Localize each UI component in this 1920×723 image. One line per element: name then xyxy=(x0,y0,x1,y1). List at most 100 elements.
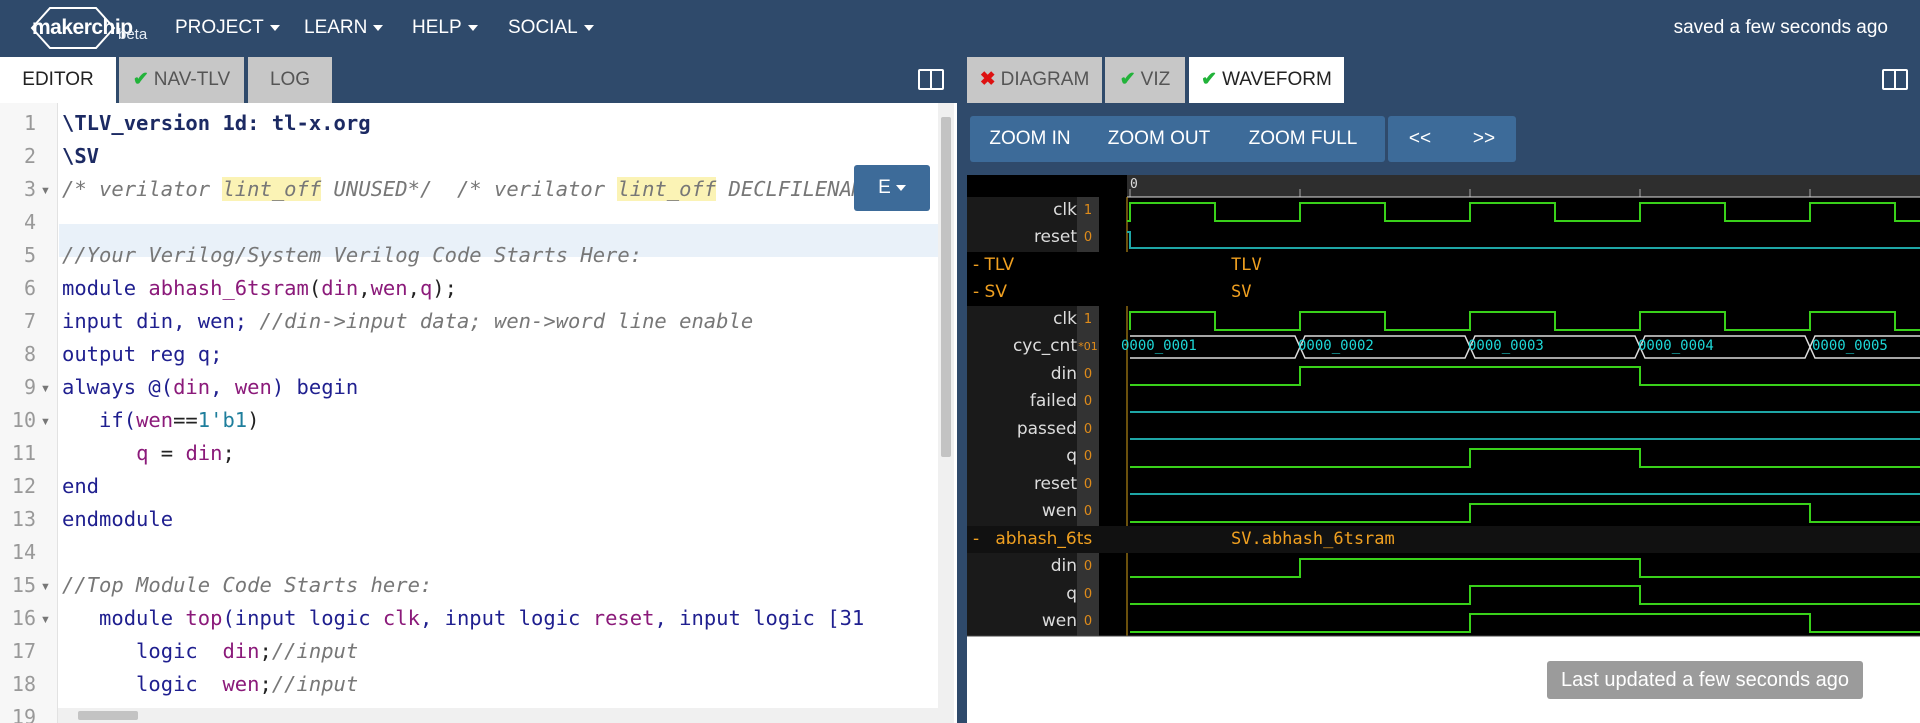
code-token: din, wen; xyxy=(136,309,260,333)
collapse-icon: - xyxy=(973,255,985,275)
line-number: 13 xyxy=(11,507,36,531)
code-line-17: logic din;//input xyxy=(62,639,358,663)
code-line-1: \TLV_version 1d: tl-x.org xyxy=(62,111,371,135)
code-token: lint_off xyxy=(222,177,322,201)
menu-learn-label: LEARN xyxy=(304,17,368,38)
tab-viz[interactable]: ✔ VIZ xyxy=(1105,57,1185,103)
code-token: wen xyxy=(222,672,260,696)
signal-name[interactable]: q xyxy=(967,581,1077,608)
code-line-11: q = din; xyxy=(62,441,235,465)
split-view-icon[interactable] xyxy=(918,69,944,90)
editor-options-button[interactable]: E xyxy=(854,165,930,211)
split-view-icon[interactable] xyxy=(1882,69,1908,90)
fold-caret-icon[interactable]: ▼ xyxy=(40,185,51,197)
tab-nav-tlv[interactable]: ✔ NAV-TLV xyxy=(119,57,244,103)
group-toggle-sv[interactable]: - SV xyxy=(973,279,1007,306)
code-token: ) begin xyxy=(271,375,359,399)
menu-help-label: HELP xyxy=(412,17,462,38)
code-token: top xyxy=(185,606,223,630)
code-token: wen xyxy=(234,375,272,399)
code-token: //Your Verilog/System Verilog Code Start… xyxy=(62,243,643,267)
group-toggle-tlv[interactable]: - TLV xyxy=(973,252,1014,279)
check-icon: ✔ xyxy=(132,69,149,90)
editor-horizontal-scrollbar[interactable] xyxy=(58,708,938,723)
waveform-viewer[interactable]: 0 clk 1 reset 0 - TLV TLV - SV SV clk 1 … xyxy=(967,175,1920,699)
signal-name[interactable]: failed xyxy=(967,388,1077,415)
tab-viz-label: VIZ xyxy=(1140,69,1171,90)
zoom-out-button[interactable]: ZOOM OUT xyxy=(1094,116,1224,162)
tab-diagram[interactable]: ✖ DIAGRAM xyxy=(967,57,1102,103)
signal-name[interactable]: cyc_cnt xyxy=(967,333,1077,360)
fold-caret-icon[interactable]: ▼ xyxy=(40,614,51,626)
code-token: \SV xyxy=(62,144,100,168)
code-token: logic xyxy=(62,639,223,663)
code-token: clk xyxy=(382,606,420,630)
line-number: 12 xyxy=(11,474,36,498)
line-number: 6 xyxy=(23,276,36,300)
scroll-thumb[interactable] xyxy=(941,117,951,457)
menu-help[interactable]: HELP xyxy=(412,0,478,55)
pane-resize-handle[interactable] xyxy=(957,55,967,723)
menu-project-label: PROJECT xyxy=(175,17,264,38)
scroll-right-button[interactable]: >> xyxy=(1452,116,1516,162)
signal-value: 0 xyxy=(1083,367,1093,382)
signal-name[interactable]: clk xyxy=(967,306,1077,333)
code-token: == xyxy=(173,408,198,432)
signal-name[interactable]: wen xyxy=(967,498,1077,525)
bus-value: 0000_0005 xyxy=(1812,338,1888,354)
signal-name[interactable]: q xyxy=(967,443,1077,470)
signal-name[interactable]: din xyxy=(967,361,1077,388)
zoom-in-button[interactable]: ZOOM IN xyxy=(970,116,1090,162)
code-token: module xyxy=(62,276,149,300)
code-token: q; xyxy=(197,342,223,366)
code-token: input xyxy=(62,309,137,333)
code-line-10: if(wen==1'b1) xyxy=(62,408,259,432)
makerchip-logo[interactable]: makerchip beta xyxy=(30,6,148,50)
fold-caret-icon[interactable]: ▼ xyxy=(40,416,51,428)
caret-down-icon xyxy=(467,24,478,31)
code-token: abhash_6tsram xyxy=(148,276,309,300)
signal-name[interactable]: passed xyxy=(967,416,1077,443)
code-token: module xyxy=(62,606,186,630)
scroll-thumb[interactable] xyxy=(78,711,138,720)
line-number: 10 xyxy=(11,408,36,432)
tab-waveform[interactable]: ✔ WAVEFORM xyxy=(1189,57,1344,103)
signal-name[interactable]: reset xyxy=(967,224,1077,251)
line-number: 18 xyxy=(11,672,36,696)
line-number: 19 xyxy=(11,705,36,723)
tab-diagram-label: DIAGRAM xyxy=(1000,69,1090,90)
bus-value: 0000_0002 xyxy=(1298,338,1374,354)
menu-project[interactable]: PROJECT xyxy=(175,0,280,55)
fold-caret-icon[interactable]: ▼ xyxy=(40,383,51,395)
waveform-toolbar: ZOOM IN ZOOM OUT ZOOM FULL << >> xyxy=(967,103,1920,175)
caret-down-icon xyxy=(269,24,280,31)
code-token: /* verilator xyxy=(62,177,223,201)
signal-name[interactable]: reset xyxy=(967,471,1077,498)
signal-value: 1 xyxy=(1083,312,1093,327)
signal-name[interactable]: din xyxy=(967,553,1077,580)
tab-log[interactable]: LOG xyxy=(248,57,332,103)
menu-learn[interactable]: LEARN xyxy=(304,0,384,55)
editor-vertical-scrollbar[interactable] xyxy=(938,103,954,723)
menu-social[interactable]: SOCIAL xyxy=(508,0,594,55)
signal-name[interactable]: clk xyxy=(967,197,1077,224)
line-number: 7 xyxy=(23,309,36,333)
bus-value: 0000_0003 xyxy=(1468,338,1544,354)
code-token: din xyxy=(185,441,223,465)
group-toggle-abhash[interactable]: - abhash_6ts xyxy=(973,526,1127,553)
code-editor[interactable]: 1 2 3 4 5 6 7 8 9 10 11 12 13 14 15 16 1… xyxy=(0,103,938,723)
zoom-full-button[interactable]: ZOOM FULL xyxy=(1228,116,1378,162)
nav-button-group: << >> xyxy=(1388,116,1516,162)
scroll-left-button[interactable]: << xyxy=(1388,116,1452,162)
signal-value: 1 xyxy=(1083,203,1093,218)
code-token: din xyxy=(321,276,359,300)
code-token: q xyxy=(419,276,433,300)
code-token: q xyxy=(136,441,149,465)
line-number: 14 xyxy=(11,540,36,564)
tab-waveform-label: WAVEFORM xyxy=(1222,69,1332,90)
code-token: //Top Module Code Starts here: xyxy=(62,573,433,597)
signal-name[interactable]: wen xyxy=(967,608,1077,635)
fold-caret-icon[interactable]: ▼ xyxy=(40,581,51,593)
tab-editor[interactable]: EDITOR xyxy=(0,57,116,103)
